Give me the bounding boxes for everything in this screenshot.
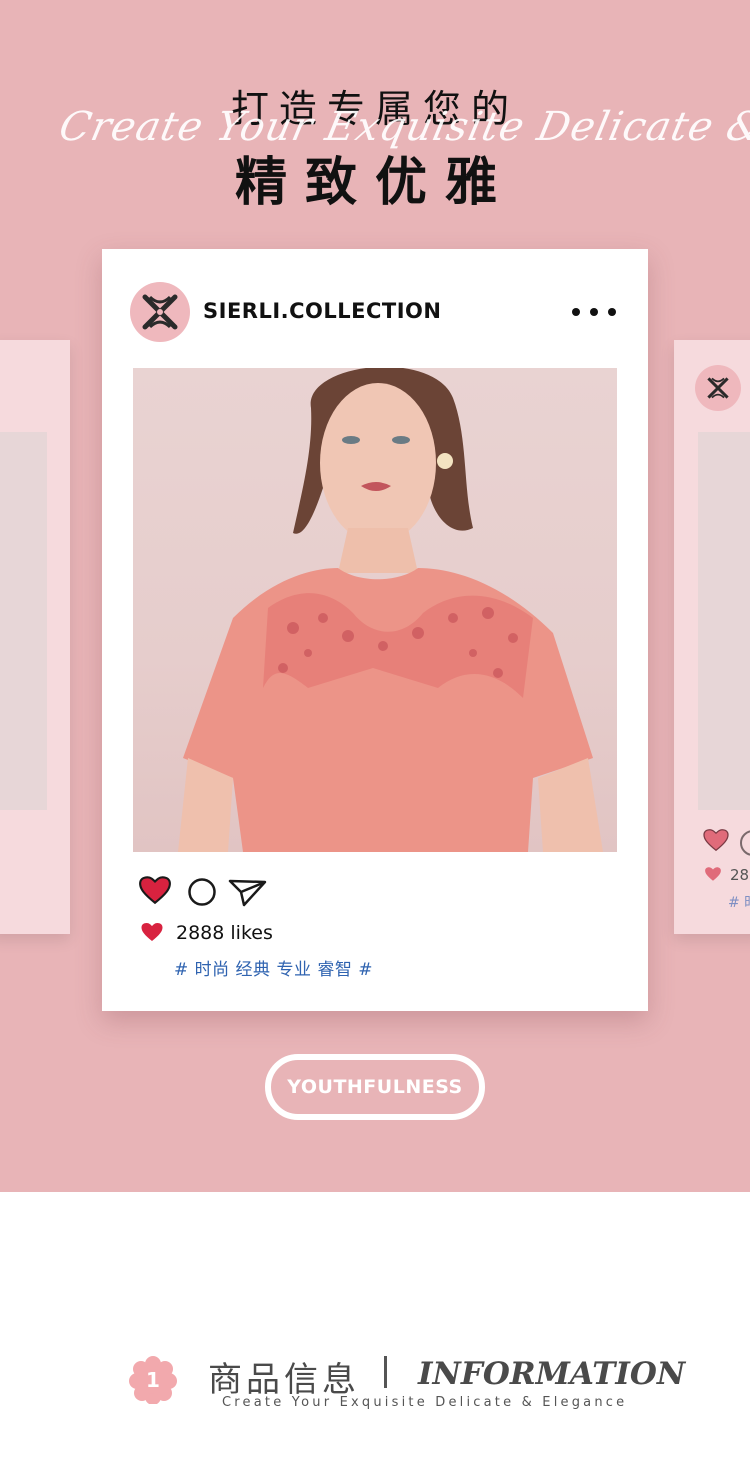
info-subtitle: Create Your Exquisite Delicate & Eleganc… [222, 1395, 628, 1410]
info-title-cn: 商品信息 [208, 1360, 360, 1400]
page: 打造专属您的 Create Your Exquisite Delicate & … [0, 0, 750, 1461]
brand-logo-icon [142, 294, 178, 330]
side-card-right[interactable]: 28 # 时 [674, 340, 750, 934]
post-photo[interactable] [133, 368, 617, 852]
heart-icon [703, 829, 729, 852]
account-username[interactable]: SIERLI.COLLECTION [203, 299, 441, 323]
side-card-likes: 28 [730, 866, 750, 884]
heart-icon [705, 867, 721, 881]
more-dots-icon [572, 308, 580, 316]
more-dots-icon [608, 308, 616, 316]
more-dots-icon [590, 308, 598, 316]
model-illustration [178, 368, 603, 852]
post-card: SIERLI.COLLECTION 2888 likes # 时尚 经典 专业 … [102, 249, 648, 1011]
comment-circle-icon [740, 830, 750, 856]
side-card-photo [0, 432, 47, 810]
info-title-en: INFORMATION [418, 1356, 686, 1392]
section-number: 1 [146, 1368, 160, 1392]
likes-count[interactable]: 2888 likes [176, 922, 273, 944]
heart-icon[interactable] [138, 875, 172, 905]
more-options-button[interactable] [572, 301, 616, 323]
heart-icon [141, 923, 163, 941]
brand-logo-icon [707, 377, 729, 399]
hero-section: 打造专属您的 Create Your Exquisite Delicate & … [0, 0, 750, 1192]
info-divider [384, 1356, 387, 1388]
comment-circle-icon[interactable] [187, 877, 217, 907]
avatar[interactable] [130, 282, 190, 342]
send-icon[interactable] [228, 878, 268, 908]
flower-number-icon: 1 [129, 1356, 177, 1404]
hashtags[interactable]: # 时尚 经典 专业 睿智 # [174, 955, 373, 980]
headline-line-2: 精致优雅 [234, 153, 515, 213]
side-card-left[interactable] [0, 340, 70, 934]
side-card-avatar [695, 365, 741, 411]
youthfulness-button[interactable]: YOUTHFULNESS [265, 1054, 485, 1120]
side-card-tag: # 时 [728, 895, 750, 911]
side-card-photo [698, 432, 750, 810]
